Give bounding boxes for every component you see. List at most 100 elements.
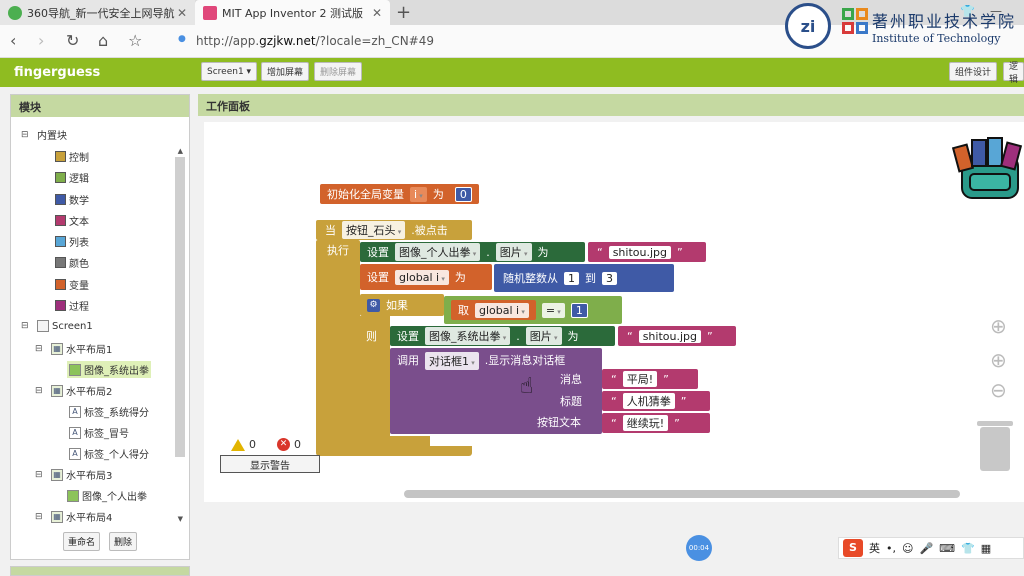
var-name[interactable]: i <box>410 186 427 202</box>
compare-op[interactable]: = <box>541 302 565 318</box>
swatch-icon <box>55 279 66 290</box>
emoji-icon[interactable]: ☺ <box>902 542 913 555</box>
category-logic[interactable]: 逻辑 <box>55 170 89 185</box>
text-block[interactable]: “平局!” <box>602 369 698 389</box>
collapse-icon[interactable]: ⊟ <box>21 130 31 140</box>
random-integer-block[interactable]: 随机整数从 1 到 3 <box>494 264 674 292</box>
workspace-hscrollbar[interactable] <box>404 490 960 498</box>
remove-screen-button[interactable]: 删除屏幕 <box>314 62 363 81</box>
text-block[interactable]: “shitou.jpg” <box>588 242 706 262</box>
rand-to[interactable]: 3 <box>602 271 617 285</box>
init-value[interactable]: 0 <box>454 186 472 202</box>
mic-icon[interactable]: 🎤 <box>919 542 933 555</box>
category-lists[interactable]: 列表 <box>55 234 89 249</box>
category-text[interactable]: 文本 <box>55 213 89 228</box>
set-prop[interactable]: 图片 <box>525 327 562 345</box>
set-var[interactable]: global i <box>395 269 449 285</box>
trash-icon[interactable] <box>977 421 1013 471</box>
tab-title: 360导航_新一代安全上网导航 <box>27 6 175 20</box>
category-colors[interactable]: 颜色 <box>55 255 89 270</box>
tree-builtin[interactable]: ⊟ 内置块 <box>21 127 67 143</box>
mutator-gear-icon[interactable]: ⚙ <box>367 298 380 312</box>
bookmark-star-icon[interactable]: ☆ <box>128 31 142 50</box>
collapse-icon[interactable]: ⊟ <box>35 344 45 354</box>
browser-tab-appinventor[interactable]: MIT App Inventor 2 测试版 ✕ <box>195 0 390 25</box>
tree-image-personal[interactable]: 图像_个人出拳 <box>67 488 147 503</box>
button-text-label: 按钮文本 <box>537 416 581 429</box>
skin-icon[interactable]: 👕 <box>961 542 975 555</box>
keyboard-icon[interactable]: ⌨ <box>939 542 955 555</box>
new-tab-icon[interactable]: + <box>396 2 411 23</box>
rename-button[interactable]: 重命名 <box>63 532 101 551</box>
tree-label-system-score[interactable]: A 标签_系统得分 <box>69 404 149 419</box>
get-var-block[interactable]: 取 global i <box>451 300 536 320</box>
call-component[interactable]: 对话框1 <box>425 352 479 370</box>
zoom-out-icon[interactable]: ⊖ <box>990 378 1007 402</box>
compare-block[interactable]: 取 global i = 1 <box>444 296 622 324</box>
app-header: fingerguess Screen1 ▾ 增加屏幕 删除屏幕 组件设计 逻辑 <box>0 58 1024 87</box>
set-global-i-block[interactable]: 设置 global i 为 <box>360 264 492 290</box>
designer-button[interactable]: 组件设计 <box>949 62 998 81</box>
recenter-icon[interactable]: ⊕ <box>990 314 1007 338</box>
tree-hlayout3[interactable]: ⊟ ▦ 水平布局3 <box>35 467 112 482</box>
close-tab-icon[interactable]: ✕ <box>372 6 382 20</box>
ime-toolbar[interactable]: S 英 •, ☺ 🎤 ⌨ 👕 ▦ <box>838 537 1024 559</box>
url-field[interactable]: http://app.gzjkw.net/?locale=zh_CN#49 <box>196 34 434 48</box>
layout-icon: ▦ <box>51 384 63 397</box>
category-math[interactable]: 数学 <box>55 192 89 207</box>
category-variables[interactable]: 变量 <box>55 277 89 292</box>
errors-indicator[interactable]: ✕ 0 <box>277 438 301 451</box>
tree-hlayout4[interactable]: ⊟ ▦ 水平布局4 <box>35 509 112 524</box>
text-block[interactable]: “人机猜拳” <box>602 391 710 411</box>
init-global-block[interactable]: 初始化全局变量 i 为 0 <box>320 184 479 204</box>
sogou-icon[interactable]: S <box>843 539 863 557</box>
compare-value[interactable]: 1 <box>570 302 588 318</box>
ime-lang[interactable]: 英 <box>869 540 880 556</box>
palette-scrollbar[interactable] <box>175 157 185 457</box>
tree-image-system[interactable]: 图像_系统出拳 <box>67 361 151 378</box>
scroll-down-icon[interactable]: ▼ <box>178 515 183 523</box>
collapse-icon[interactable]: ⊟ <box>35 470 45 480</box>
text-block[interactable]: “shitou.jpg” <box>618 326 736 346</box>
close-tab-icon[interactable]: ✕ <box>177 6 187 20</box>
collapse-icon[interactable]: ⊟ <box>21 321 31 331</box>
rand-from[interactable]: 1 <box>564 271 579 285</box>
tree-hlayout2[interactable]: ⊟ ▦ 水平布局2 <box>35 383 112 398</box>
back-icon[interactable]: ‹ <box>10 31 16 50</box>
collapse-icon[interactable]: ⊟ <box>35 512 45 522</box>
toolbox-icon[interactable]: ▦ <box>981 542 991 555</box>
tree-hlayout1[interactable]: ⊟ ▦ 水平布局1 <box>35 341 112 356</box>
scroll-up-icon[interactable]: ▲ <box>178 147 183 155</box>
punctuation-icon[interactable]: •, <box>886 542 896 555</box>
event-block[interactable]: 当 按钮_石头 .被点击 <box>316 220 472 240</box>
show-warnings-button[interactable]: 显示警告 <box>220 455 320 473</box>
zoom-in-icon[interactable]: ⊕ <box>990 348 1007 372</box>
backpack-icon[interactable] <box>952 134 1024 202</box>
get-var[interactable]: global i <box>475 302 529 318</box>
text-block[interactable]: “继续玩!” <box>602 413 710 433</box>
layout-icon: ▦ <box>51 468 63 481</box>
screen-select[interactable]: Screen1 ▾ <box>201 62 258 81</box>
tree-label-personal-score[interactable]: A 标签_个人得分 <box>69 446 149 461</box>
category-procedures[interactable]: 过程 <box>55 298 89 313</box>
set-image-personal-block[interactable]: 设置 图像_个人出拳 . 图片 为 <box>360 242 585 262</box>
warnings-indicator[interactable]: 0 <box>231 438 256 451</box>
event-component[interactable]: 按钮_石头 <box>342 221 406 239</box>
set-component[interactable]: 图像_个人出拳 <box>395 243 481 261</box>
if-block[interactable]: ⚙ 如果 <box>360 294 444 316</box>
set-image-system-block[interactable]: 设置 图像_系统出拳 . 图片 为 <box>390 326 615 346</box>
home-icon[interactable]: ⌂ <box>98 31 108 50</box>
blocks-button[interactable]: 逻辑 <box>1003 62 1024 85</box>
browser-tab-360[interactable]: 360导航_新一代安全上网导航 ✕ <box>0 0 195 25</box>
category-control[interactable]: 控制 <box>55 149 89 164</box>
swatch-icon <box>55 236 66 247</box>
forward-icon[interactable]: › <box>38 31 44 50</box>
reload-icon[interactable]: ↻ <box>66 31 79 50</box>
set-prop[interactable]: 图片 <box>495 243 532 261</box>
delete-button[interactable]: 删除 <box>109 532 138 551</box>
tree-screen1[interactable]: ⊟ Screen1 <box>21 320 93 332</box>
add-screen-button[interactable]: 增加屏幕 <box>261 62 310 81</box>
set-component[interactable]: 图像_系统出拳 <box>425 327 511 345</box>
tree-label-colon[interactable]: A 标签_冒号 <box>69 425 129 440</box>
collapse-icon[interactable]: ⊟ <box>35 386 45 396</box>
